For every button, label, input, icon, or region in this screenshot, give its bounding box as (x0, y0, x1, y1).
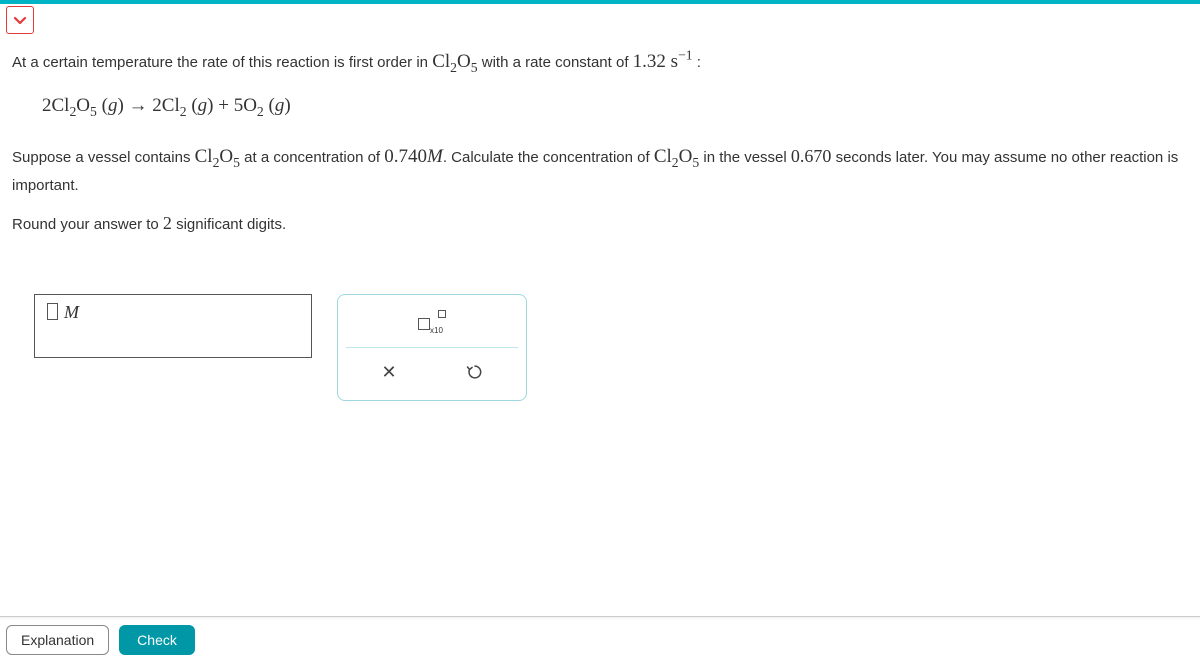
paragraph-3: Round your answer to 2 significant digit… (12, 208, 1188, 239)
equation-toolbar: x10 ✕ (337, 294, 527, 401)
sigfig-count: 2 (163, 213, 172, 233)
chem-species: Cl2O5 (195, 146, 240, 167)
reaction-equation: 2Cl2O5 (g) → 2Cl2 (g) + 5O2 (g) (12, 90, 1188, 122)
reset-button[interactable] (453, 352, 497, 392)
text: significant digits. (172, 216, 286, 233)
text: Round your answer to (12, 216, 163, 233)
paragraph-1: At a certain temperature the rate of thi… (12, 46, 1188, 78)
scientific-notation-icon: x10 (418, 310, 446, 336)
chevron-down-icon (12, 12, 28, 28)
answer-input[interactable]: M (34, 294, 312, 358)
text: : (693, 54, 701, 71)
toolbar-divider (346, 347, 518, 348)
scientific-notation-button[interactable]: x10 (410, 303, 454, 343)
answer-slot[interactable] (47, 303, 58, 320)
concentration: 0.740M (384, 146, 443, 167)
paragraph-2: Suppose a vessel contains Cl2O5 at a con… (12, 141, 1188, 199)
explanation-button[interactable]: Explanation (6, 625, 109, 655)
chem-species: Cl2O5 (654, 146, 699, 167)
answer-area: M x10 ✕ (12, 294, 1188, 401)
problem-panel: At a certain temperature the rate of thi… (0, 4, 1200, 401)
text: . Calculate the concentration of (443, 149, 654, 166)
chem-species: Cl2O5 (432, 51, 477, 72)
x-icon: ✕ (381, 357, 396, 388)
text: at a concentration of (240, 149, 384, 166)
rate-constant: 1.32 s−1 (633, 51, 693, 72)
text: in the vessel (699, 149, 791, 166)
text: At a certain temperature the rate of thi… (12, 54, 432, 71)
time-value: 0.670 (791, 146, 832, 166)
answer-unit: M (64, 303, 79, 321)
text: Suppose a vessel contains (12, 149, 195, 166)
check-button[interactable]: Check (119, 625, 195, 655)
clear-button[interactable]: ✕ (367, 352, 411, 392)
undo-icon (465, 362, 485, 382)
text: with a rate constant of (478, 54, 633, 71)
collapse-toggle[interactable] (6, 6, 34, 34)
footer-bar: Explanation Check (0, 616, 1200, 663)
